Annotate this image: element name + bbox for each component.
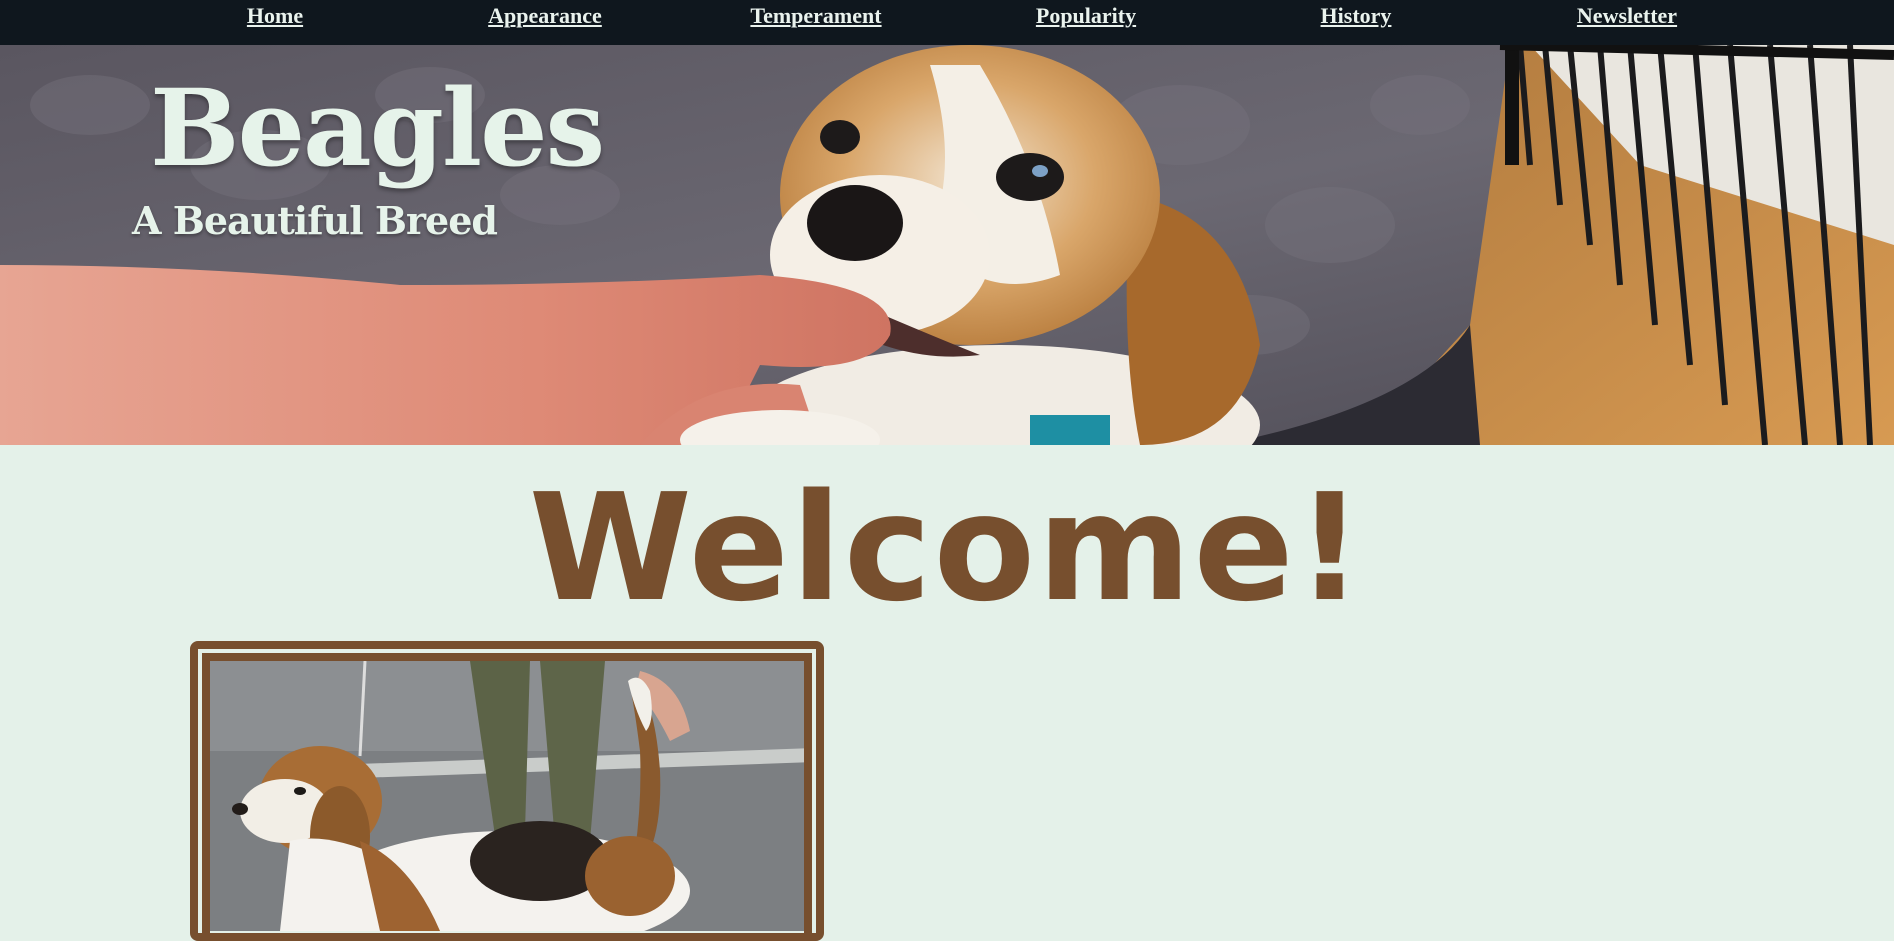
hero-title: Beagles: [150, 65, 605, 190]
top-navigation: Home Appearance Temperament Popularity H…: [0, 0, 1894, 45]
photo-inner-border: [202, 653, 812, 933]
nav-link-popularity[interactable]: Popularity: [1036, 3, 1136, 29]
beagle-photo: [210, 661, 804, 931]
nav-link-home[interactable]: Home: [247, 3, 303, 29]
nav-link-appearance[interactable]: Appearance: [488, 3, 602, 29]
nav-link-newsletter[interactable]: Newsletter: [1577, 3, 1677, 29]
hero-banner: Beagles A Beautiful Breed: [0, 45, 1894, 445]
nav-link-temperament[interactable]: Temperament: [750, 3, 881, 29]
welcome-heading: Welcome!: [528, 462, 1366, 634]
hero-subtitle: A Beautiful Breed: [132, 198, 498, 243]
photo-frame: [190, 641, 824, 941]
nav-link-history[interactable]: History: [1321, 3, 1392, 29]
